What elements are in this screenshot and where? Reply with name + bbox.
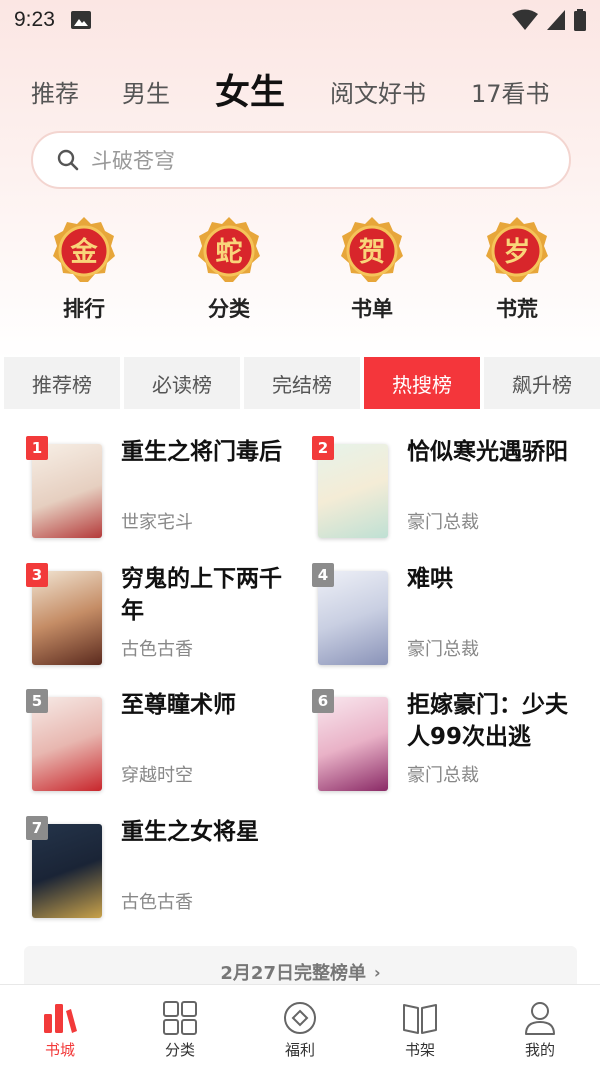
rank-tab-completed[interactable]: 完结榜 bbox=[244, 357, 360, 409]
rank-badge: 6 bbox=[312, 689, 334, 713]
nav-label: 我的 bbox=[524, 1041, 555, 1059]
profile-icon bbox=[525, 1002, 555, 1035]
search-input[interactable]: 斗破苍穹 bbox=[31, 131, 571, 189]
book-item[interactable]: 4 难哄 豪门总裁 bbox=[312, 563, 582, 668]
quick-entry-ranking[interactable]: 金 排行 bbox=[39, 215, 129, 323]
book-genre: 豪门总裁 bbox=[407, 639, 479, 660]
rank-badge: 7 bbox=[26, 816, 48, 840]
full-ranking-label: 2月27日完整榜单 bbox=[220, 963, 366, 984]
svg-text:岁: 岁 bbox=[504, 237, 531, 268]
book-title: 重生之女将星 bbox=[121, 819, 259, 845]
rank-badge: 3 bbox=[26, 563, 48, 587]
nav-bookshelf[interactable]: 书架 bbox=[360, 985, 480, 1067]
quick-entry-label: 书单 bbox=[351, 297, 393, 321]
tab-17kanshu[interactable]: 17看书 bbox=[471, 74, 550, 109]
wifi-icon bbox=[512, 9, 538, 30]
quick-entry-category[interactable]: 蛇 分类 bbox=[184, 215, 274, 323]
book-title: 至尊瞳术师 bbox=[121, 692, 236, 718]
category-grid-icon bbox=[163, 1001, 197, 1035]
tab-recommend[interactable]: 推荐 bbox=[31, 74, 79, 109]
tab-yuewen-good-books[interactable]: 阅文好书 bbox=[330, 74, 426, 109]
nav-label: 书城 bbox=[44, 1041, 75, 1059]
bookstore-icon bbox=[44, 1004, 77, 1033]
book-item[interactable]: 2 恰似寒光遇骄阳 豪门总裁 bbox=[312, 436, 582, 541]
book-genre: 世家宅斗 bbox=[121, 512, 193, 533]
book-genre: 豪门总裁 bbox=[407, 512, 479, 533]
book-genre: 古色古香 bbox=[121, 639, 193, 660]
nav-profile[interactable]: 我的 bbox=[480, 985, 600, 1067]
year-medal-icon: 岁 bbox=[486, 217, 548, 282]
book-item[interactable]: 5 至尊瞳术师 穿越时空 bbox=[26, 689, 296, 794]
nav-category[interactable]: 分类 bbox=[120, 985, 240, 1067]
rank-badge: 4 bbox=[312, 563, 334, 587]
book-title: 拒嫁豪门：少夫人99次出逃 bbox=[407, 692, 568, 750]
search-placeholder: 斗破苍穹 bbox=[91, 149, 175, 173]
book-item[interactable]: 3 穷鬼的上下两千年 古色古香 bbox=[26, 563, 296, 668]
congrats-medal-icon: 贺 bbox=[341, 217, 403, 282]
quick-entry-label: 分类 bbox=[208, 297, 250, 321]
svg-text:金: 金 bbox=[70, 236, 99, 268]
top-category-tabs: 推荐 男生 女生 阅文好书 17看书 bbox=[0, 60, 600, 120]
book-genre: 古色古香 bbox=[121, 892, 193, 913]
gold-medal-icon: 金 bbox=[53, 217, 115, 282]
rank-tab-recommend[interactable]: 推荐榜 bbox=[4, 357, 120, 409]
search-icon bbox=[57, 149, 79, 171]
rank-tab-rising[interactable]: 飙升榜 bbox=[484, 357, 600, 409]
rank-badge: 1 bbox=[26, 436, 48, 460]
status-time: 9:23 bbox=[14, 8, 55, 31]
rank-tab-hot-search[interactable]: 热搜榜 bbox=[364, 357, 480, 409]
svg-text:贺: 贺 bbox=[359, 237, 386, 268]
nav-bookstore[interactable]: 书城 bbox=[0, 985, 120, 1067]
ranking-tabs: 推荐榜 必读榜 完结榜 热搜榜 飙升榜 bbox=[4, 357, 600, 409]
welfare-icon bbox=[284, 1002, 316, 1034]
book-item[interactable]: 6 拒嫁豪门：少夫人99次出逃 豪门总裁 bbox=[312, 689, 582, 794]
quick-entry-book-shortage[interactable]: 岁 书荒 bbox=[472, 215, 562, 323]
battery-icon bbox=[574, 9, 586, 31]
quick-entry-label: 排行 bbox=[63, 297, 105, 321]
image-notification-icon bbox=[70, 11, 91, 29]
book-title: 穷鬼的上下两千年 bbox=[121, 566, 282, 624]
book-title: 恰似寒光遇骄阳 bbox=[407, 439, 568, 465]
rank-badge: 2 bbox=[312, 436, 334, 460]
snake-medal-icon: 蛇 bbox=[198, 217, 260, 282]
bookshelf-icon bbox=[403, 1004, 437, 1034]
rank-tab-must-read[interactable]: 必读榜 bbox=[124, 357, 240, 409]
nav-welfare[interactable]: 福利 bbox=[240, 985, 360, 1067]
book-item[interactable]: 7 重生之女将星 古色古香 bbox=[26, 816, 296, 921]
tab-female[interactable]: 女生 bbox=[215, 64, 285, 115]
rank-badge: 5 bbox=[26, 689, 48, 713]
tab-male[interactable]: 男生 bbox=[122, 74, 170, 109]
book-genre: 豪门总裁 bbox=[407, 765, 479, 786]
svg-text:蛇: 蛇 bbox=[216, 236, 243, 268]
quick-entry-booklist[interactable]: 贺 书单 bbox=[327, 215, 417, 323]
signal-icon bbox=[547, 10, 565, 30]
book-title: 难哄 bbox=[407, 566, 453, 592]
chevron-right-icon: › bbox=[373, 962, 381, 982]
quick-entry-label: 书荒 bbox=[496, 297, 538, 321]
bottom-navigation: 书城 分类 福利 书架 我的 bbox=[0, 984, 600, 1067]
nav-label: 书架 bbox=[404, 1041, 435, 1059]
status-bar: 9:23 bbox=[0, 0, 600, 40]
nav-label: 分类 bbox=[164, 1041, 195, 1059]
book-item[interactable]: 1 重生之将门毒后 世家宅斗 bbox=[26, 436, 296, 541]
book-title: 重生之将门毒后 bbox=[121, 439, 282, 465]
nav-label: 福利 bbox=[284, 1041, 315, 1059]
book-genre: 穿越时空 bbox=[121, 765, 193, 786]
